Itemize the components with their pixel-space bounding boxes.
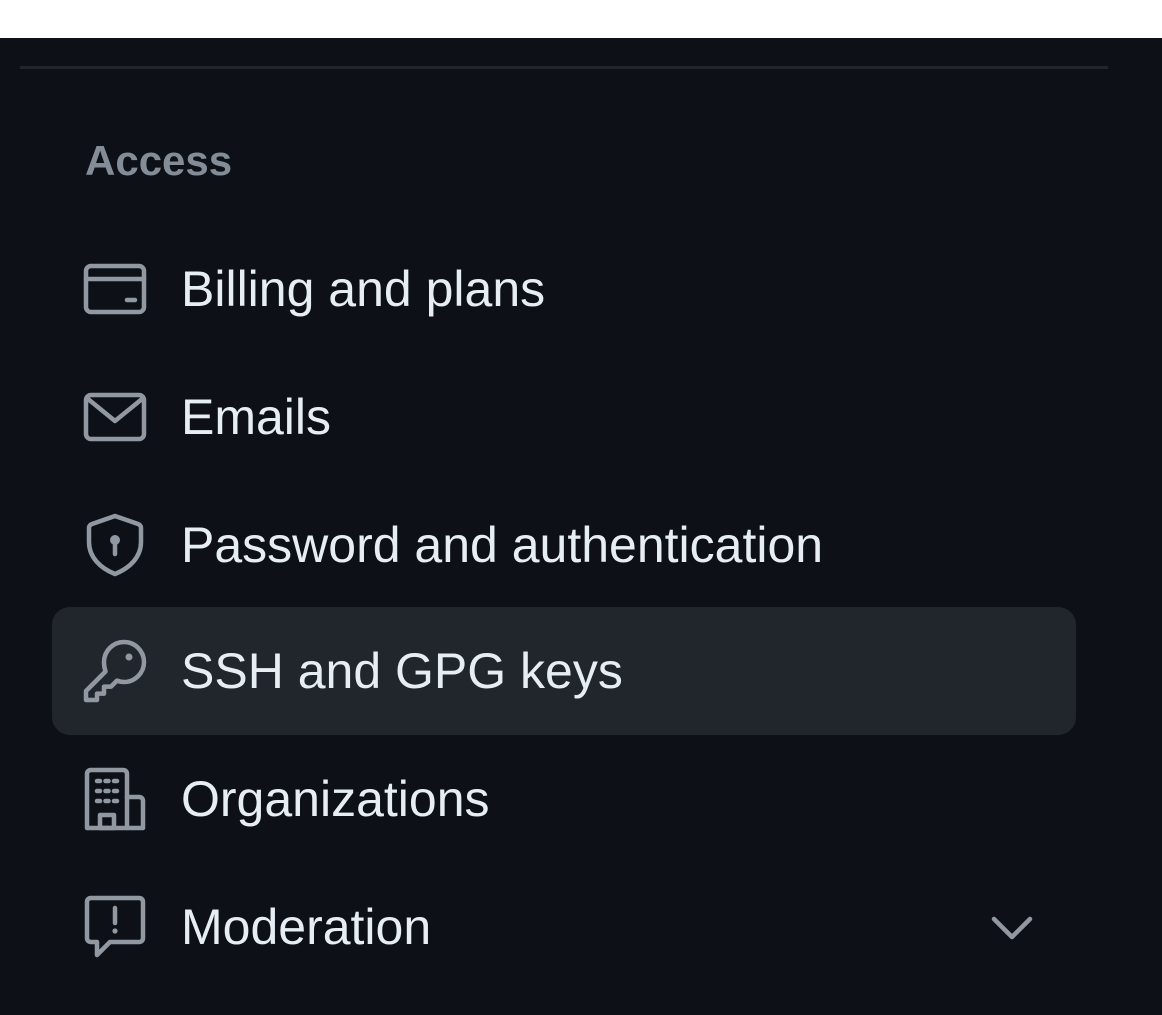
- sidebar-item-label: Moderation: [181, 899, 432, 955]
- sidebar-item-ssh-gpg-keys[interactable]: SSH and GPG keys: [52, 607, 1076, 735]
- sidebar-item-password-authentication[interactable]: Password and authentication: [52, 481, 1076, 609]
- sidebar-item-organizations[interactable]: Organizations: [52, 735, 1076, 863]
- sidebar-item-moderation[interactable]: Moderation: [52, 863, 1076, 991]
- top-page-strip: [0, 0, 1162, 38]
- chevron-down-icon[interactable]: [988, 903, 1036, 951]
- sidebar-item-emails[interactable]: Emails: [52, 353, 1076, 481]
- shield-lock-icon: [83, 513, 147, 577]
- sidebar-item-label: Billing and plans: [181, 261, 546, 317]
- key-icon: [83, 639, 147, 703]
- sidebar-item-label: Organizations: [181, 771, 490, 827]
- report-icon: [83, 895, 147, 959]
- organization-icon: [83, 767, 147, 831]
- sidebar-item-label: SSH and GPG keys: [181, 643, 623, 699]
- sidebar-item-label: Password and authentication: [181, 517, 824, 573]
- sidebar-item-billing[interactable]: Billing and plans: [52, 225, 1076, 353]
- credit-card-icon: [83, 257, 147, 321]
- sidebar-item-label: Emails: [181, 389, 332, 445]
- settings-sidebar: Access Billing and plans Emails Password…: [0, 38, 1162, 1015]
- sidebar-divider: [20, 66, 1108, 69]
- mail-icon: [83, 385, 147, 449]
- section-heading-access: Access: [85, 137, 233, 184]
